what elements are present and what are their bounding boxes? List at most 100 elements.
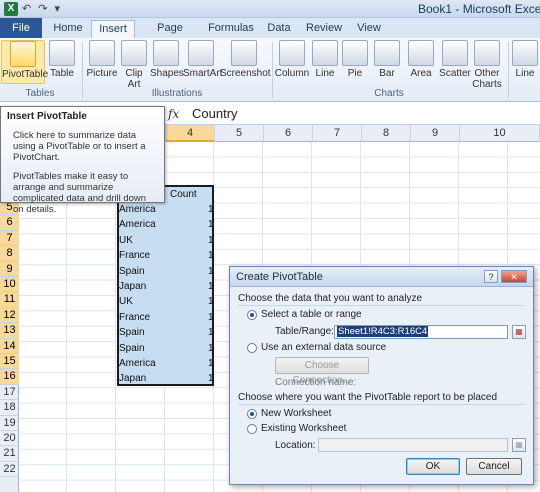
count-cell[interactable]: 1 bbox=[208, 219, 214, 230]
quick-access-toolbar[interactable]: ↶ ↷ ▾ bbox=[22, 2, 62, 15]
row-header[interactable]: 19 bbox=[0, 416, 19, 431]
scatter-chart-button[interactable]: Scatter bbox=[438, 40, 472, 79]
country-cell[interactable]: France bbox=[119, 250, 150, 261]
tab-page-layout[interactable]: Page Layout bbox=[140, 20, 200, 50]
column-header[interactable]: 7 bbox=[313, 125, 362, 142]
country-cell[interactable]: France bbox=[119, 312, 150, 323]
column-header[interactable]: 6 bbox=[264, 125, 313, 142]
row-header[interactable]: 20 bbox=[0, 431, 19, 447]
line-chart-button[interactable]: Line bbox=[312, 40, 338, 79]
column-header[interactable]: 5 bbox=[215, 125, 264, 142]
select-table-radio[interactable] bbox=[247, 310, 257, 320]
other-charts-button[interactable]: Other Charts bbox=[472, 40, 502, 90]
row-header[interactable]: 8 bbox=[0, 246, 19, 262]
count-cell[interactable]: 1 bbox=[208, 204, 214, 215]
row-header[interactable]: 10 bbox=[0, 277, 19, 293]
group-charts-label: Charts bbox=[374, 88, 404, 99]
country-cell[interactable]: UK bbox=[119, 296, 133, 307]
row-header[interactable]: 14 bbox=[0, 338, 19, 354]
column-header[interactable]: 10 bbox=[460, 125, 540, 142]
ribbon-tabs: File Home Insert Page Layout Formulas Da… bbox=[0, 18, 540, 50]
bar-chart-button[interactable]: Bar bbox=[374, 40, 400, 79]
insert-function-icon[interactable]: fx bbox=[168, 107, 179, 121]
country-cell[interactable]: Japan bbox=[119, 281, 146, 292]
other-charts-icon bbox=[474, 40, 500, 66]
column-header[interactable]: 4 bbox=[166, 125, 215, 142]
smartart-button[interactable]: SmartArt bbox=[183, 40, 222, 79]
row-header[interactable]: 18 bbox=[0, 400, 19, 416]
area-chart-label: Area bbox=[410, 68, 432, 79]
select-table-label[interactable]: Select a table or range bbox=[261, 309, 362, 320]
ok-button[interactable]: OK bbox=[406, 458, 460, 475]
new-worksheet-radio[interactable] bbox=[247, 409, 257, 419]
choose-connection-button[interactable]: Choose Connection... bbox=[275, 357, 369, 386]
dialog-title: Create PivotTable bbox=[236, 271, 323, 283]
country-cell[interactable]: Spain bbox=[119, 327, 145, 338]
country-cell[interactable]: UK bbox=[119, 235, 133, 246]
country-cell[interactable]: America bbox=[119, 358, 156, 369]
count-cell[interactable]: 1 bbox=[208, 312, 214, 323]
tab-home[interactable]: Home bbox=[50, 20, 86, 38]
row-header[interactable]: 11 bbox=[0, 292, 19, 308]
count-cell[interactable]: 1 bbox=[208, 250, 214, 261]
shapes-icon bbox=[153, 40, 179, 66]
row-header[interactable]: 17 bbox=[0, 385, 19, 401]
new-worksheet-label[interactable]: New Worksheet bbox=[261, 408, 331, 419]
count-cell[interactable]: 1 bbox=[208, 235, 214, 246]
row-header[interactable]: 13 bbox=[0, 323, 19, 339]
row-header[interactable]: 9 bbox=[0, 261, 19, 277]
divider bbox=[238, 305, 525, 306]
tab-data[interactable]: Data bbox=[264, 20, 294, 38]
cancel-button[interactable]: Cancel bbox=[466, 458, 522, 475]
count-cell[interactable]: 1 bbox=[208, 266, 214, 277]
tab-formulas[interactable]: Formulas bbox=[206, 20, 256, 38]
clipart-button[interactable]: Clip Art bbox=[120, 40, 148, 90]
pivottable-button[interactable]: PivotTable bbox=[1, 40, 48, 84]
shapes-label: Shapes bbox=[150, 68, 184, 79]
country-cell[interactable]: Japan bbox=[119, 373, 146, 384]
shapes-button[interactable]: Shapes bbox=[150, 40, 184, 79]
count-cell[interactable]: 1 bbox=[208, 327, 214, 338]
formula-input[interactable]: Country bbox=[192, 106, 238, 121]
help-icon[interactable]: ? bbox=[484, 270, 498, 283]
column-header[interactable]: 9 bbox=[411, 125, 460, 142]
column-header[interactable]: 8 bbox=[362, 125, 411, 142]
close-icon[interactable]: ✕ bbox=[501, 270, 527, 283]
location-picker-icon[interactable]: ▦ bbox=[512, 438, 526, 452]
count-cell[interactable]: 1 bbox=[208, 358, 214, 369]
tab-view[interactable]: View bbox=[354, 20, 384, 38]
external-source-label[interactable]: Use an external data source bbox=[261, 342, 386, 353]
row-header[interactable]: 16 bbox=[0, 369, 19, 385]
table-button[interactable]: Table bbox=[48, 40, 76, 79]
count-cell[interactable]: 1 bbox=[208, 343, 214, 354]
count-cell[interactable]: 1 bbox=[208, 373, 214, 384]
existing-worksheet-radio[interactable] bbox=[247, 424, 257, 434]
column-chart-button[interactable]: Column bbox=[274, 40, 310, 79]
count-cell[interactable]: 1 bbox=[208, 281, 214, 292]
sparkline-line-button[interactable]: Line bbox=[512, 40, 538, 79]
table-range-input[interactable]: Sheet1!R4C3:R16C4 bbox=[334, 325, 508, 339]
row-header[interactable]: 15 bbox=[0, 354, 19, 370]
picture-icon bbox=[89, 40, 115, 66]
area-chart-button[interactable]: Area bbox=[406, 40, 436, 79]
tab-review[interactable]: Review bbox=[306, 20, 342, 38]
screenshot-button[interactable]: Screenshot bbox=[220, 40, 271, 79]
location-input[interactable] bbox=[318, 438, 508, 452]
range-picker-icon[interactable]: ▦ bbox=[512, 325, 526, 339]
row-header[interactable]: 21 bbox=[0, 446, 19, 462]
picture-button[interactable]: Picture bbox=[86, 40, 118, 79]
external-source-radio[interactable] bbox=[247, 343, 257, 353]
row-header[interactable]: 7 bbox=[0, 230, 19, 247]
row-header[interactable]: 12 bbox=[0, 307, 19, 324]
count-cell[interactable]: 1 bbox=[208, 296, 214, 307]
country-cell[interactable]: Spain bbox=[119, 343, 145, 354]
country-cell[interactable]: Spain bbox=[119, 266, 145, 277]
tab-insert[interactable]: Insert bbox=[91, 20, 135, 38]
tab-file[interactable]: File bbox=[0, 18, 42, 38]
pie-chart-button[interactable]: Pie bbox=[342, 40, 368, 79]
window-title: Book1 - Microsoft Excel bbox=[418, 2, 540, 16]
existing-worksheet-label[interactable]: Existing Worksheet bbox=[261, 423, 346, 434]
row-header[interactable]: 22 bbox=[0, 462, 19, 478]
row-header[interactable]: 6 bbox=[0, 215, 19, 231]
country-cell[interactable]: America bbox=[119, 219, 156, 230]
